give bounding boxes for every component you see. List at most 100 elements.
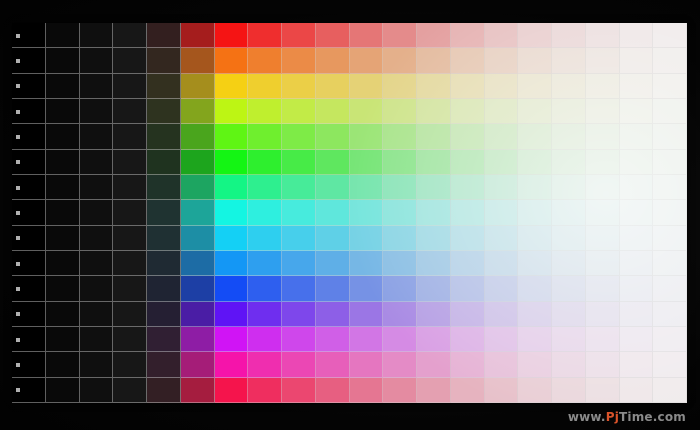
color-patch	[619, 301, 654, 327]
color-patch	[383, 73, 417, 99]
color-patch	[417, 225, 451, 251]
color-patch	[484, 276, 519, 302]
color-patch	[518, 99, 552, 125]
color-patch	[450, 149, 485, 175]
color-patch	[248, 124, 282, 150]
color-patch	[113, 99, 147, 125]
color-patch	[282, 377, 316, 403]
color-patch	[248, 301, 282, 327]
color-patch	[484, 377, 519, 403]
color-patch	[653, 149, 687, 175]
color-patch	[180, 73, 215, 99]
color-patch	[518, 200, 552, 226]
color-patch	[552, 301, 586, 327]
color-patch	[79, 99, 114, 125]
color-patch	[214, 48, 249, 74]
color-patch	[552, 200, 586, 226]
color-patch	[180, 276, 215, 302]
color-patch	[349, 301, 384, 327]
color-patch	[450, 225, 485, 251]
color-patch	[147, 149, 181, 175]
color-patch	[79, 124, 114, 150]
color-patch	[619, 175, 654, 201]
color-patch	[113, 73, 147, 99]
color-patch	[484, 124, 519, 150]
color-patch	[79, 175, 114, 201]
color-patch	[417, 99, 451, 125]
color-patch	[653, 175, 687, 201]
color-patch	[450, 200, 485, 226]
color-patch	[450, 352, 485, 378]
color-patch	[417, 200, 451, 226]
color-patch	[315, 352, 350, 378]
color-patch	[113, 149, 147, 175]
color-patch	[315, 251, 350, 277]
color-patch	[585, 48, 620, 74]
color-patch	[180, 175, 215, 201]
color-patch	[417, 124, 451, 150]
color-patch	[45, 48, 80, 74]
color-patch	[113, 377, 147, 403]
color-patch	[282, 149, 316, 175]
color-patch	[653, 276, 687, 302]
color-patch	[282, 225, 316, 251]
color-patch	[79, 327, 114, 353]
color-patch	[619, 124, 654, 150]
color-patch	[518, 225, 552, 251]
color-patch	[12, 225, 46, 251]
color-patch	[417, 73, 451, 99]
color-patch	[315, 377, 350, 403]
color-patch	[484, 48, 519, 74]
color-patch	[282, 175, 316, 201]
color-patch	[450, 23, 485, 49]
color-patch	[113, 124, 147, 150]
color-patch	[349, 175, 384, 201]
color-patch	[383, 352, 417, 378]
color-patch	[484, 327, 519, 353]
color-patch	[113, 301, 147, 327]
color-patch	[417, 276, 451, 302]
color-patch	[79, 225, 114, 251]
color-patch	[349, 73, 384, 99]
color-patch	[315, 175, 350, 201]
color-patch	[417, 377, 451, 403]
color-patch	[214, 23, 249, 49]
color-patch	[653, 352, 687, 378]
color-patch	[282, 301, 316, 327]
color-patch	[79, 48, 114, 74]
color-patch	[383, 377, 417, 403]
color-patch	[147, 99, 181, 125]
watermark: www.PjTime.com	[568, 410, 686, 424]
color-patch	[552, 149, 586, 175]
color-patch	[248, 225, 282, 251]
color-patch	[383, 23, 417, 49]
color-patch	[484, 73, 519, 99]
color-patch	[113, 23, 147, 49]
color-patch	[619, 73, 654, 99]
color-patch	[619, 225, 654, 251]
color-patch	[45, 377, 80, 403]
color-patch	[450, 124, 485, 150]
color-patch	[315, 48, 350, 74]
color-patch	[113, 251, 147, 277]
color-patch	[585, 301, 620, 327]
color-patch	[552, 327, 586, 353]
color-patch	[113, 175, 147, 201]
color-patch	[417, 48, 451, 74]
color-patch	[113, 327, 147, 353]
color-patch	[79, 149, 114, 175]
color-patch	[552, 225, 586, 251]
color-patch	[383, 48, 417, 74]
color-patch	[315, 149, 350, 175]
display-screen	[12, 23, 687, 403]
color-patch	[315, 73, 350, 99]
color-patch	[518, 73, 552, 99]
color-patch	[484, 225, 519, 251]
color-patch	[180, 225, 215, 251]
color-patch	[12, 23, 46, 49]
color-patch	[450, 327, 485, 353]
color-patch	[147, 276, 181, 302]
color-patch	[12, 48, 46, 74]
color-patch	[552, 99, 586, 125]
color-patch	[585, 352, 620, 378]
